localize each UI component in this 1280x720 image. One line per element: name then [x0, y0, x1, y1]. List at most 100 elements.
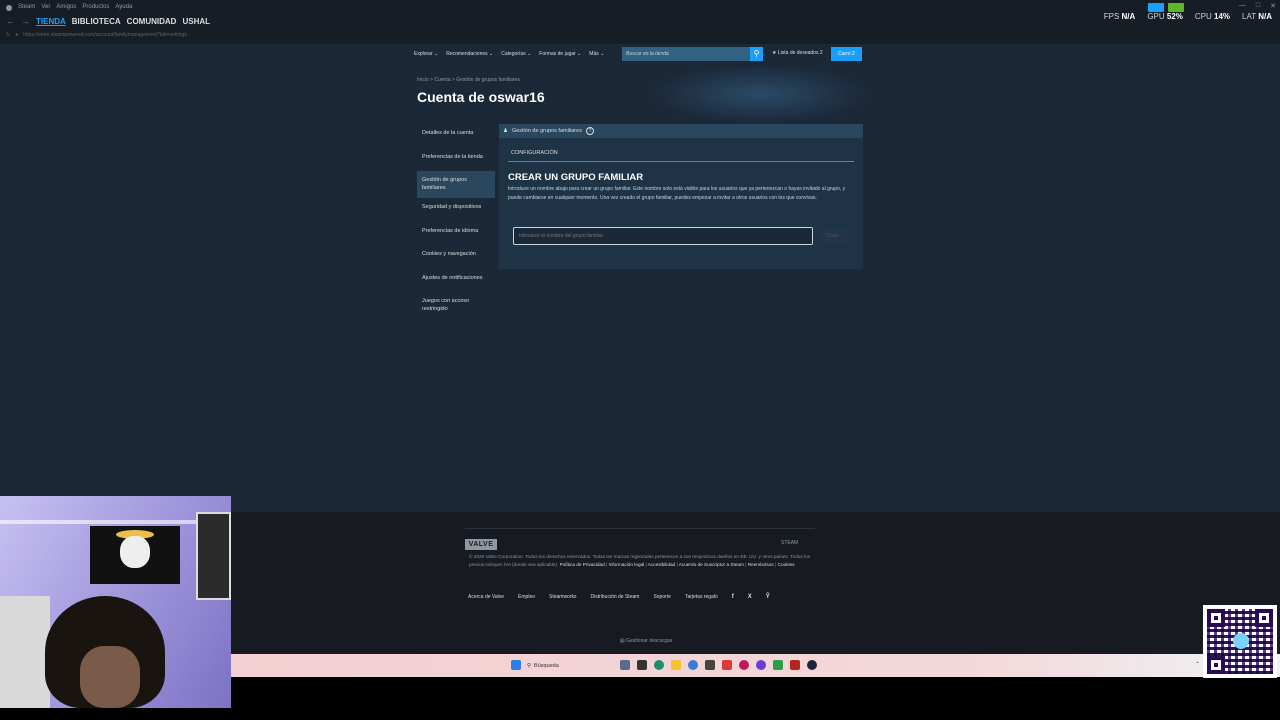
steam-logo-icon	[6, 5, 12, 11]
sidebar-item-cookies[interactable]: Cookies y navegación	[417, 245, 495, 269]
window-controls: — □ ✕	[1239, 2, 1276, 10]
brave-icon[interactable]	[722, 660, 732, 670]
back-arrow-icon[interactable]: ←	[6, 16, 15, 26]
client-menu: Steam Ver Amigos Productos Ayuda	[6, 4, 132, 11]
help-icon[interactable]: ?	[585, 127, 594, 135]
family-group-panel: ♟ Gestión de grupos familiares ? CONFIGU…	[499, 124, 863, 269]
create-group-button[interactable]: Crear	[819, 229, 847, 243]
app-icon-1[interactable]	[620, 660, 630, 670]
qr-code	[1203, 605, 1277, 678]
create-group-description: Introduce un nombre abajo para crear un …	[508, 186, 846, 201]
app-icon-4[interactable]	[739, 660, 749, 670]
link-reembolsos[interactable]: Reembolsos	[748, 562, 774, 567]
menu-productos[interactable]: Productos	[82, 4, 109, 11]
refresh-icon[interactable]: ↻	[6, 32, 10, 38]
app-icon-5[interactable]	[756, 660, 766, 670]
lock-icon: ●	[15, 32, 19, 38]
client-nav: ← → TIENDA BIBLIOTECA COMUNIDAD USHAL	[6, 16, 210, 26]
link-privacidad[interactable]: Política de Privacidad	[560, 562, 605, 567]
start-icon[interactable]	[511, 660, 521, 670]
panel-title: Gestión de grupos familiares	[511, 128, 582, 134]
legal-text: © 2025 Valve Corporation. Todos los dere…	[469, 554, 811, 567]
valve-logo[interactable]: VALVE	[465, 539, 497, 550]
bluesky-icon[interactable]: Ŷ	[766, 594, 770, 600]
app-icon-6[interactable]	[773, 660, 783, 670]
footer-link-steamworks[interactable]: Steamworks	[549, 594, 577, 600]
account-sidebar: Detalles de la cuenta Preferencias de la…	[417, 124, 495, 320]
wishlist-link[interactable]: ★ Lista de deseados 2	[772, 50, 823, 56]
taskbar-icons	[511, 660, 817, 670]
tab-underline	[508, 161, 854, 162]
sidebar-item-grupos-familiares[interactable]: Gestión de grupos familiares	[417, 171, 495, 199]
minimize-icon[interactable]: —	[1239, 2, 1246, 10]
tray-icon-green[interactable]	[1168, 3, 1184, 12]
sidebar-item-seguridad[interactable]: Seguridad y dispositivos	[417, 198, 495, 222]
lat-stat: LAT N/A	[1242, 12, 1272, 21]
sidebar-item-juegos-restringidos[interactable]: Juegos con acceso restringido	[417, 292, 495, 319]
url-text: https://store.steampowered.com/account/f…	[23, 32, 187, 38]
footer-link-tarjetas[interactable]: Tarjetas regalo	[685, 594, 718, 600]
link-informacion-legal[interactable]: Información legal	[609, 562, 645, 567]
store-search-input[interactable]: Buscar en la tienda	[622, 47, 750, 61]
panel-header: ♟ Gestión de grupos familiares ?	[499, 124, 863, 138]
store-nav-formas-de-jugar[interactable]: Formas de jugar	[539, 51, 581, 57]
footer-divider	[465, 528, 815, 529]
steam-logo[interactable]: STEAM	[781, 540, 798, 546]
fps-stat: FPS N/A	[1103, 12, 1136, 21]
sidebar-item-preferencias-tienda[interactable]: Preferencias de la tienda	[417, 148, 495, 172]
footer-link-empleo[interactable]: Empleo	[518, 594, 535, 600]
menu-amigos[interactable]: Amigos	[56, 4, 76, 11]
manage-downloads[interactable]: ▤ Gestionar descargas	[620, 638, 672, 644]
family-icon: ♟	[503, 128, 508, 134]
cpu-stat: CPU 14%	[1194, 12, 1231, 21]
sidebar-item-notificaciones[interactable]: Ajustes de notificaciones	[417, 269, 495, 293]
menu-ayuda[interactable]: Ayuda	[115, 4, 132, 11]
nav-tienda[interactable]: TIENDA	[36, 17, 66, 26]
app-icon-7[interactable]	[790, 660, 800, 670]
footer-link-acerca[interactable]: Acerca de Valve	[468, 594, 504, 600]
app-icon-3[interactable]	[705, 660, 715, 670]
menu-steam[interactable]: Steam	[18, 4, 35, 11]
chrome-icon[interactable]	[688, 660, 698, 670]
manage-downloads-label: Gestionar descargas	[626, 638, 673, 644]
performance-overlay: FPS N/A GPU 52% CPU 14% LAT N/A	[1104, 12, 1272, 21]
breadcrumb[interactable]: Inicio > Cuenta > Gestión de grupos fami…	[417, 77, 520, 83]
footer-link-distribucion[interactable]: Distribución de Steam	[591, 594, 640, 600]
tray-icon-blue[interactable]	[1148, 3, 1164, 12]
folder-icon[interactable]	[671, 660, 681, 670]
cart-button[interactable]: Carro 2	[831, 47, 862, 61]
nav-biblioteca[interactable]: BIBLIOTECA	[72, 17, 121, 26]
steam-taskbar-icon[interactable]	[807, 660, 817, 670]
x-icon[interactable]: X	[748, 594, 752, 600]
system-tray[interactable]: ⌃	[1195, 661, 1200, 668]
link-acuerdo-suscriptor[interactable]: Acuerdo de Suscriptor a Steam	[679, 562, 744, 567]
tab-configuracion[interactable]: CONFIGURACIÓN	[511, 150, 558, 156]
link-accesibilidad[interactable]: Accesibilidad	[648, 562, 675, 567]
download-icon: ▤	[620, 638, 625, 644]
maximize-icon[interactable]: □	[1256, 2, 1260, 10]
overlay-tray	[1148, 3, 1184, 12]
forward-arrow-icon[interactable]: →	[21, 16, 30, 26]
search-icon[interactable]: ⚲	[750, 47, 763, 61]
screen: Steam Ver Amigos Productos Ayuda ← → TIE…	[0, 0, 1280, 720]
facebook-icon[interactable]: f	[732, 594, 734, 600]
nav-comunidad[interactable]: COMUNIDAD	[127, 17, 177, 26]
nav-user[interactable]: USHAL	[182, 17, 210, 26]
store-nav-explorar[interactable]: Explorar	[414, 51, 438, 57]
store-nav-mas[interactable]: Más	[589, 51, 604, 57]
sidebar-item-idioma[interactable]: Preferencias de idioma	[417, 222, 495, 246]
close-icon[interactable]: ✕	[1270, 2, 1276, 10]
menu-ver[interactable]: Ver	[41, 4, 50, 11]
edge-icon[interactable]	[654, 660, 664, 670]
header-glow	[650, 64, 870, 124]
qr-logo-icon	[1233, 633, 1249, 649]
footer-link-soporte[interactable]: Soporte	[653, 594, 671, 600]
app-icon-2[interactable]	[637, 660, 647, 670]
family-group-name-input[interactable]	[513, 227, 813, 245]
sidebar-item-detalles[interactable]: Detalles de la cuenta	[417, 124, 495, 148]
store-nav-categorias[interactable]: Categorías	[501, 51, 531, 57]
link-cookies[interactable]: Cookies	[778, 562, 795, 567]
qr-finder-top-right	[1255, 609, 1273, 627]
store-nav-recomendaciones[interactable]: Recomendaciones	[446, 51, 493, 57]
url-bar[interactable]: ↻ ● https://store.steampowered.com/accou…	[6, 32, 187, 38]
